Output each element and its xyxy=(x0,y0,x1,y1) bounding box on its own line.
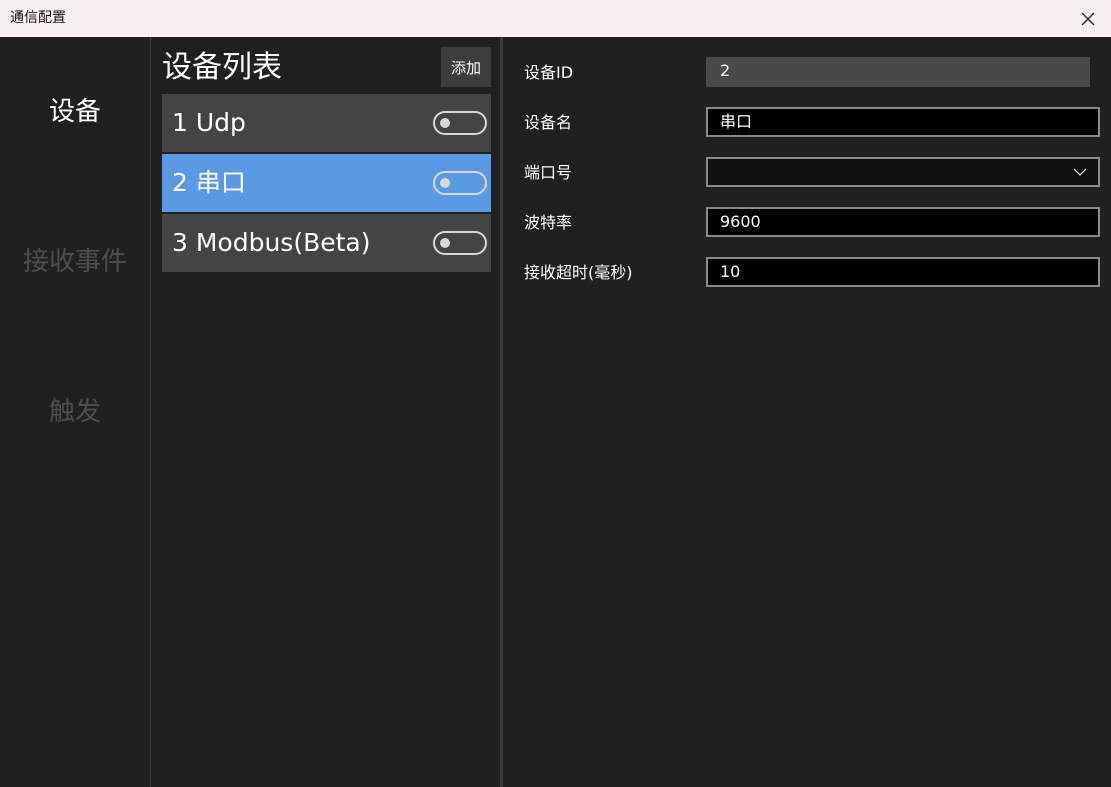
sidebar-nav: 设备 接收事件 触发 xyxy=(0,37,150,787)
device-enable-toggle[interactable] xyxy=(433,111,487,135)
toggle-knob xyxy=(440,238,450,248)
add-device-button[interactable]: 添加 xyxy=(441,47,491,87)
device-list-title: 设备列表 xyxy=(162,50,282,85)
close-button[interactable] xyxy=(1065,0,1111,37)
toggle-knob xyxy=(440,178,450,188)
nav-item-trigger[interactable]: 触发 xyxy=(0,394,150,430)
timeout-label: 接收超时(毫秒) xyxy=(524,263,633,282)
close-icon xyxy=(1081,12,1095,25)
config-window: 通信配置 设备 接收事件 触发 设备列表 添加 1 Udp 2 串口 3 Mod… xyxy=(0,0,1111,787)
port-label: 端口号 xyxy=(524,163,573,182)
device-label: 1 Udp xyxy=(172,108,246,137)
device-label: 3 Modbus(Beta) xyxy=(172,228,371,257)
device-name-input[interactable]: 串口 xyxy=(706,107,1100,137)
title-bar: 通信配置 xyxy=(0,0,1111,37)
device-label: 2 串口 xyxy=(172,168,246,197)
nav-item-devices[interactable]: 设备 xyxy=(0,94,150,130)
device-list-item[interactable]: 1 Udp xyxy=(162,94,491,152)
toggle-knob xyxy=(440,118,450,128)
window-title: 通信配置 xyxy=(10,10,66,26)
device-enable-toggle[interactable] xyxy=(433,171,487,195)
device-id-field: 2 xyxy=(706,57,1090,87)
device-list-item-selected[interactable]: 2 串口 xyxy=(162,154,491,212)
port-dropdown[interactable] xyxy=(706,157,1100,187)
device-name-label: 设备名 xyxy=(524,113,573,132)
device-list-item[interactable]: 3 Modbus(Beta) xyxy=(162,214,491,272)
device-enable-toggle[interactable] xyxy=(433,231,487,255)
chevron-down-icon xyxy=(1073,168,1087,176)
device-id-label: 设备ID xyxy=(524,63,574,82)
panel-splitter[interactable] xyxy=(500,37,503,787)
baud-rate-input[interactable]: 9600 xyxy=(706,207,1100,237)
divider xyxy=(150,37,151,787)
timeout-input[interactable]: 10 xyxy=(706,257,1100,287)
nav-item-receive-events[interactable]: 接收事件 xyxy=(0,244,150,280)
baud-rate-label: 波特率 xyxy=(524,213,573,232)
